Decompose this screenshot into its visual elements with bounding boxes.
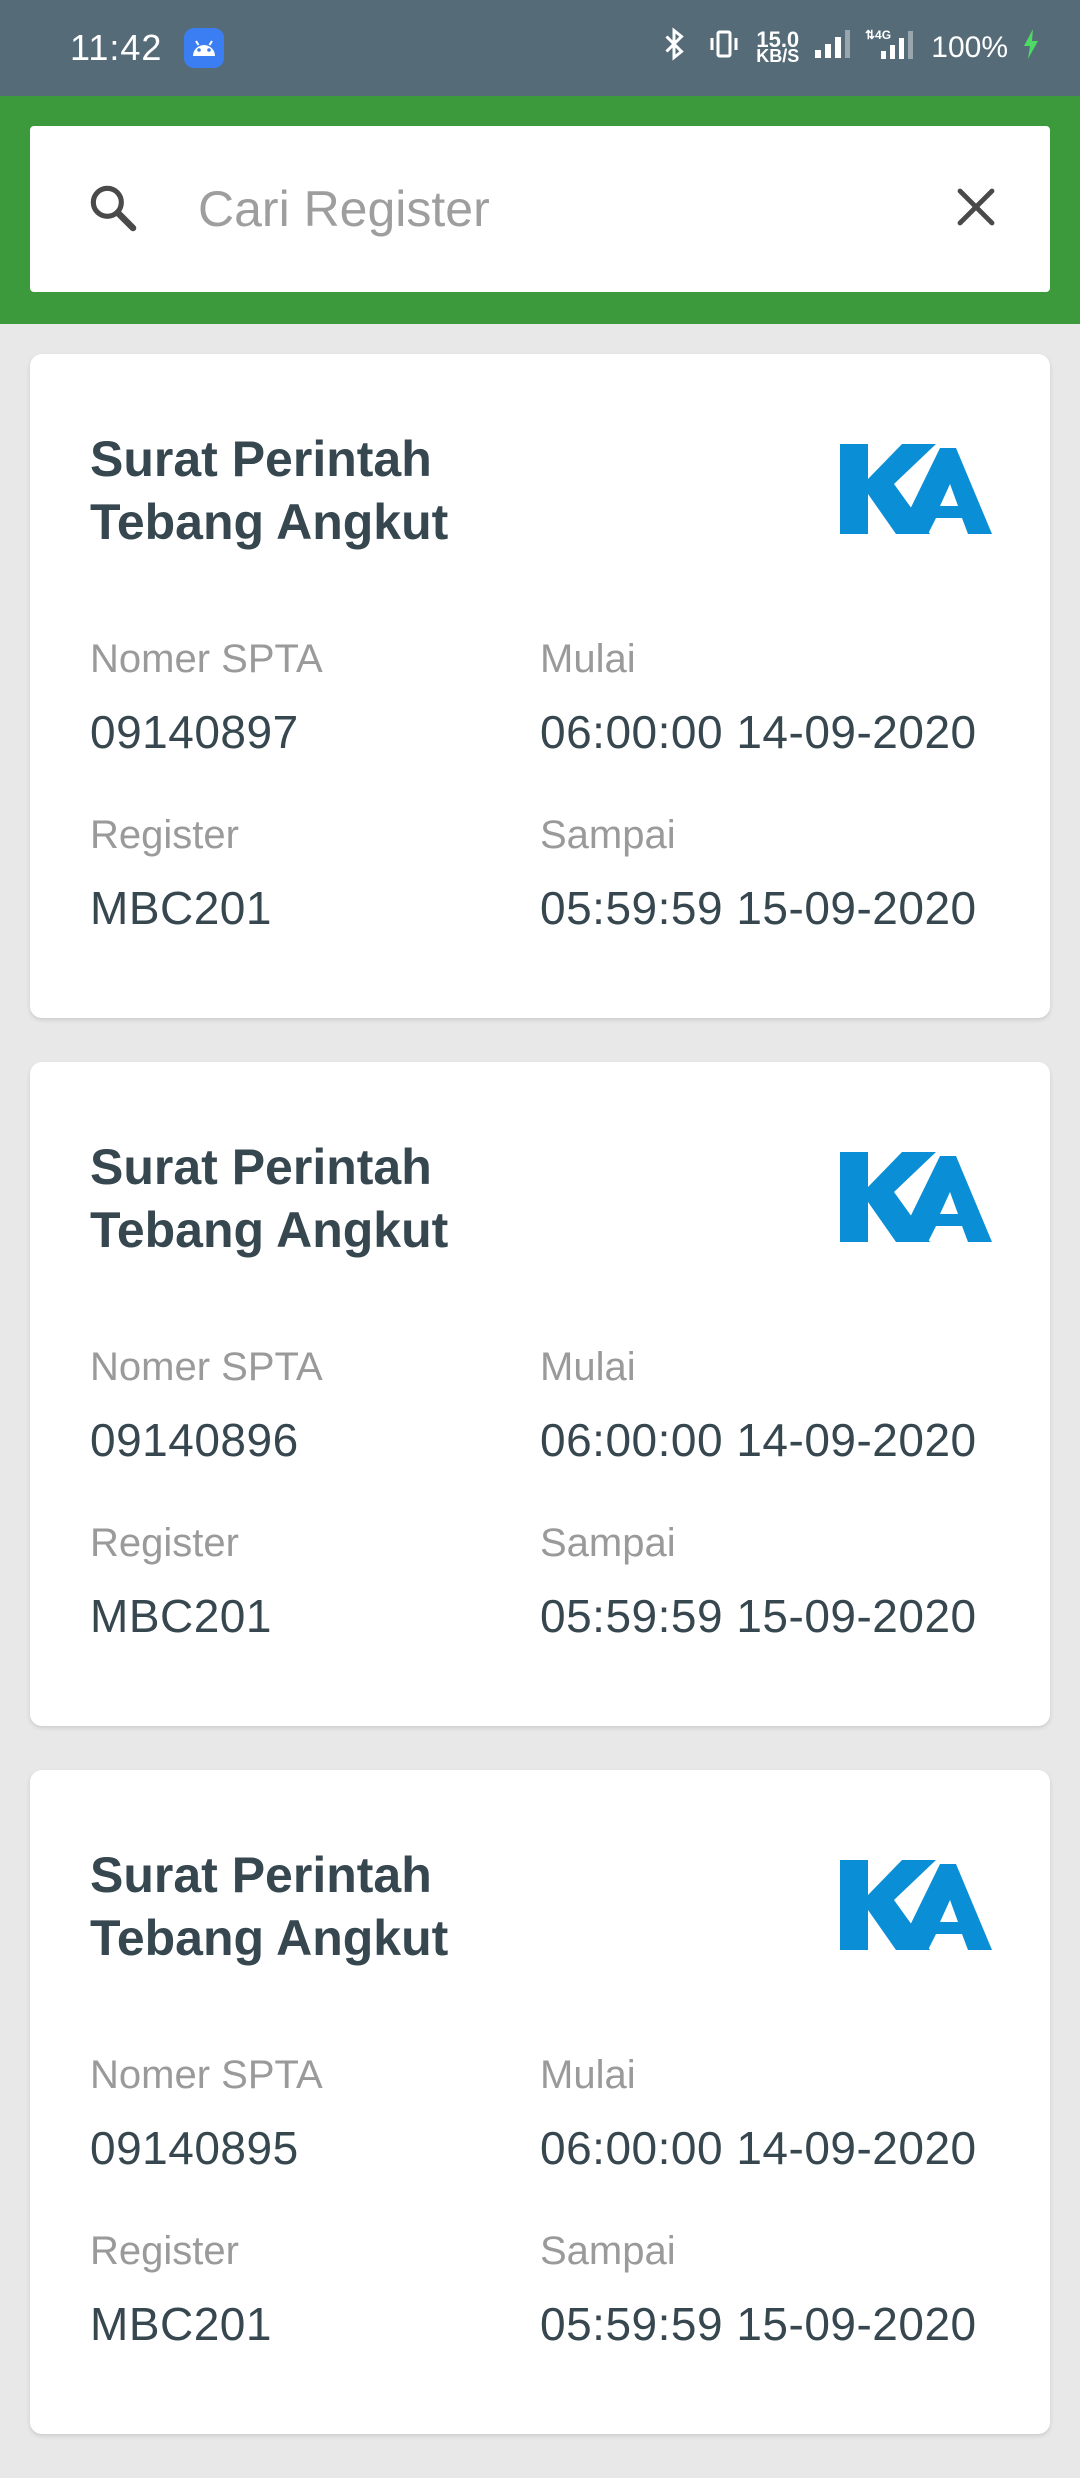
svg-text:⇅4G: ⇅4G (865, 28, 891, 42)
search-input[interactable] (198, 169, 952, 249)
bluetooth-icon (656, 26, 692, 70)
ka-logo (840, 444, 992, 534)
nomer-spta-value: 09140897 (90, 706, 299, 758)
charging-icon (1022, 28, 1040, 68)
app-header (0, 96, 1080, 324)
register-value: MBC201 (90, 882, 272, 934)
vibrate-icon (706, 26, 742, 70)
status-bar: 11:42 15.0 KB/S ⇅4G 100% (0, 0, 1080, 96)
nomer-spta-label: Nomer SPTA (90, 2053, 323, 2097)
nomer-spta-value: 09140895 (90, 2122, 299, 2174)
search-bar[interactable] (30, 126, 1050, 292)
register-label: Register (90, 2229, 239, 2273)
mulai-label: Mulai (540, 637, 636, 681)
mulai-value: 06:00:00 14-09-2020 (540, 706, 977, 758)
card-title: Surat Perintah Tebang Angkut (90, 1847, 449, 1966)
nomer-spta-label: Nomer SPTA (90, 637, 323, 681)
sampai-label: Sampai (540, 1521, 676, 1565)
sampai-value: 05:59:59 15-09-2020 (540, 1590, 977, 1642)
battery-level: 100% (931, 31, 1008, 64)
ka-logo (840, 1152, 992, 1242)
sampai-value: 05:59:59 15-09-2020 (540, 2298, 977, 2350)
android-icon (184, 28, 225, 68)
register-label: Register (90, 813, 239, 857)
mulai-value: 06:00:00 14-09-2020 (540, 2122, 977, 2174)
card-title: Surat Perintah Tebang Angkut (90, 431, 449, 550)
card-title: Surat Perintah Tebang Angkut (90, 1139, 449, 1258)
nomer-spta-value: 09140896 (90, 1414, 299, 1466)
register-value: MBC201 (90, 1590, 272, 1642)
nomer-spta-label: Nomer SPTA (90, 1345, 323, 1389)
mulai-value: 06:00:00 14-09-2020 (540, 1414, 977, 1466)
register-value: MBC201 (90, 2298, 272, 2350)
spta-card[interactable]: Surat Perintah Tebang Angkut Nomer SPTA … (30, 1770, 1050, 2434)
sampai-label: Sampai (540, 2229, 676, 2273)
spta-card[interactable]: Surat Perintah Tebang Angkut Nomer SPTA … (30, 354, 1050, 1018)
net-speed: 15.0 KB/S (756, 27, 800, 66)
spta-list: Surat Perintah Tebang Angkut Nomer SPTA … (30, 354, 1050, 2478)
status-time: 11:42 (70, 27, 163, 68)
spta-card[interactable]: Surat Perintah Tebang Angkut Nomer SPTA … (30, 1062, 1050, 1726)
mulai-label: Mulai (540, 2053, 636, 2097)
ka-logo (840, 1860, 992, 1950)
register-label: Register (90, 1521, 239, 1565)
4g-signal-icon: ⇅4G (865, 27, 917, 69)
mulai-label: Mulai (540, 1345, 636, 1389)
sampai-label: Sampai (540, 813, 676, 857)
signal-icon (813, 28, 851, 68)
search-icon (84, 179, 140, 240)
sampai-value: 05:59:59 15-09-2020 (540, 882, 977, 934)
close-icon[interactable] (952, 183, 1000, 236)
